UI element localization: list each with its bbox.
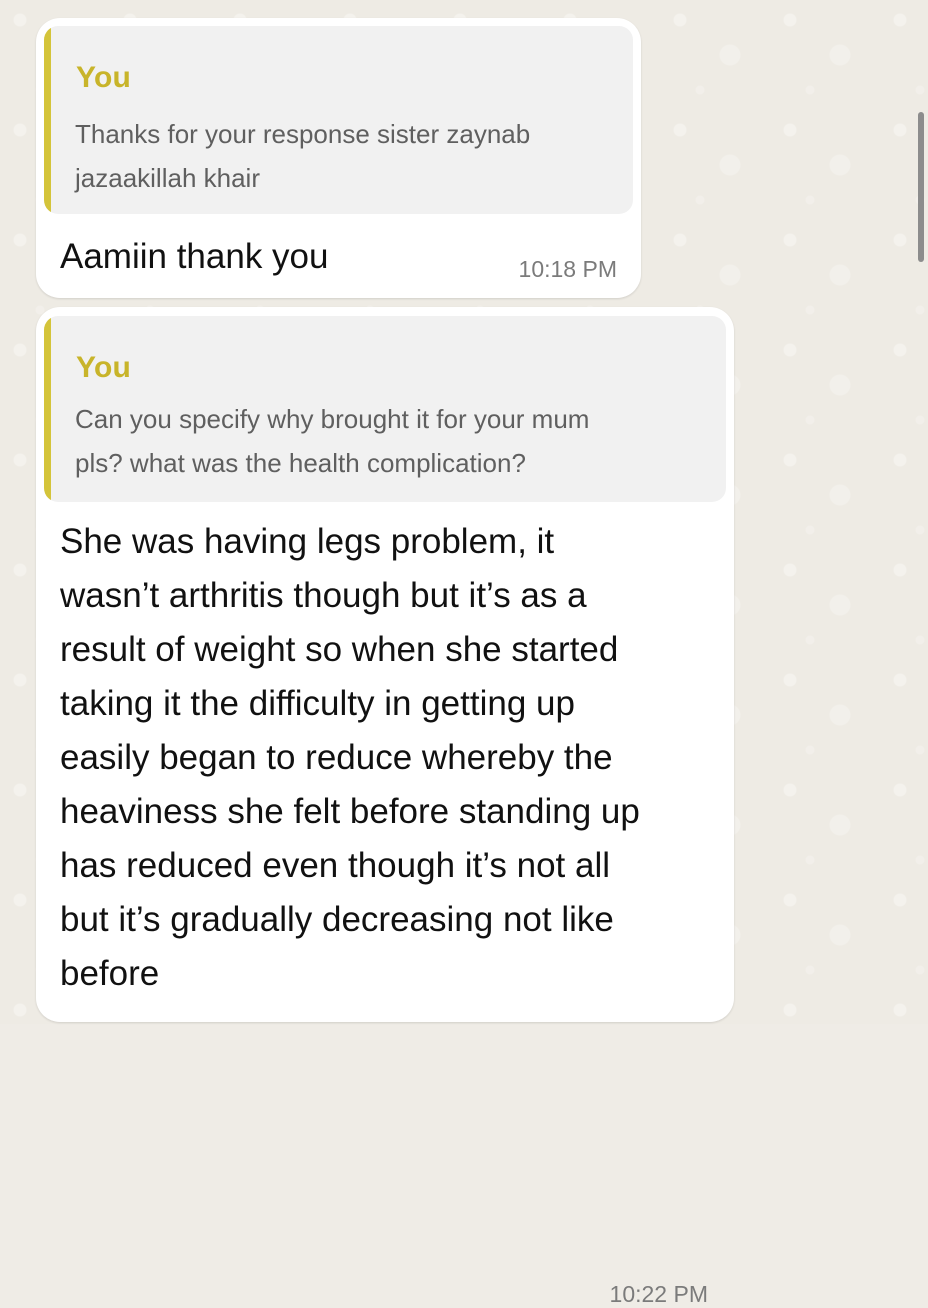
quoted-message[interactable]: You Thanks for your response sister zayn… xyxy=(44,26,633,214)
quoted-author: You xyxy=(76,61,132,94)
message-text: She was having legs problem, it wasn’t a… xyxy=(60,522,640,993)
message-text: Aamiin thank you xyxy=(60,237,329,276)
incoming-message-bubble[interactable]: You Thanks for your response sister zayn… xyxy=(36,18,641,298)
message-timestamp: 10:22 PM xyxy=(609,1281,708,1307)
quote-accent-bar xyxy=(44,316,51,502)
quote-accent-bar xyxy=(44,26,51,214)
quoted-text: Can you specify why brought it for your … xyxy=(75,404,590,478)
incoming-message-bubble[interactable]: You Can you specify why brought it for y… xyxy=(36,307,734,1307)
message-timestamp: 10:18 PM xyxy=(518,256,617,282)
quoted-text: Thanks for your response sister zaynab j… xyxy=(75,119,531,193)
scrollbar[interactable] xyxy=(918,112,924,262)
quoted-message[interactable]: You Can you specify why brought it for y… xyxy=(44,316,726,502)
quoted-author: You xyxy=(76,351,132,384)
